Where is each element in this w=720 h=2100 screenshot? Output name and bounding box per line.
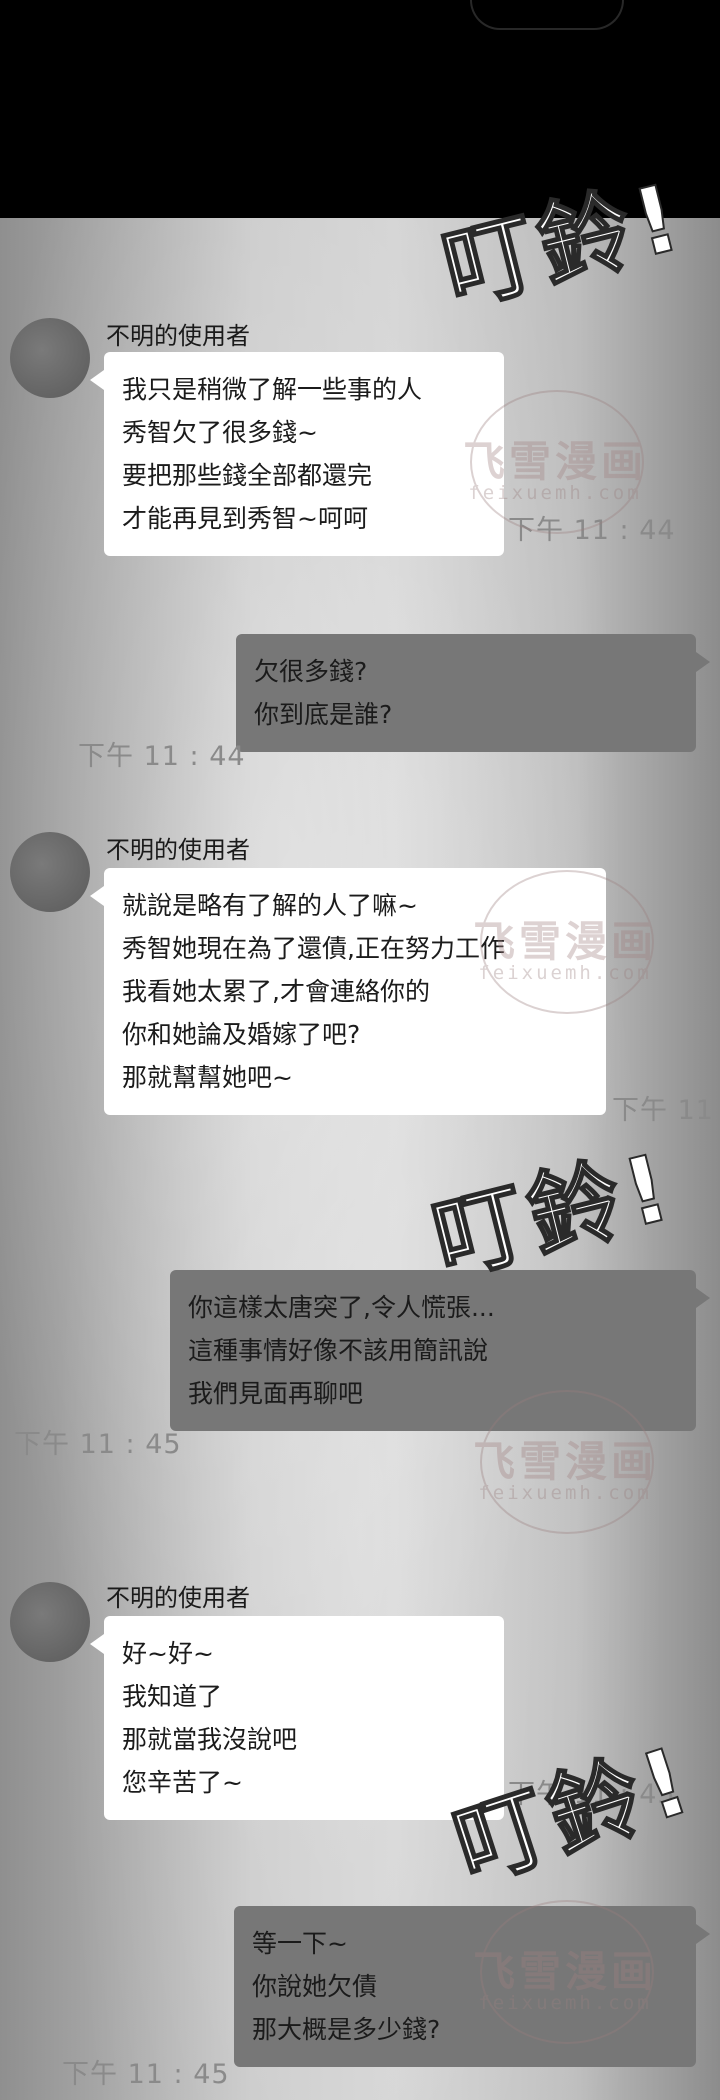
message-line: 我知道了	[122, 1682, 223, 1711]
sender-name: 不明的使用者	[106, 1584, 250, 1612]
message-timestamp: 下午 11 : 45	[62, 2059, 230, 2090]
sender-name: 不明的使用者	[106, 322, 250, 350]
message-line: 那大概是多少錢?	[252, 2015, 441, 2044]
message-bubble-incoming[interactable]: 我只是稍微了解一些事的人 秀智欠了很多錢~ 要把那些錢全部都還完 才能再見到秀智…	[90, 352, 504, 556]
message-line: 欠很多錢?	[254, 657, 368, 686]
message-line: 你和她論及婚嫁了吧?	[122, 1020, 361, 1049]
message-line: 好~好~	[122, 1639, 214, 1668]
message-line: 您辛苦了~	[122, 1768, 243, 1797]
message-bubble-outgoing[interactable]: 等一下~ 你說她欠債 那大概是多少錢?	[234, 1906, 710, 2067]
avatar[interactable]	[10, 318, 90, 398]
message-line: 要把那些錢全部都還完	[122, 461, 373, 490]
message-line: 這種事情好像不該用簡訊說	[188, 1336, 489, 1365]
message-line: 秀智欠了很多錢~	[122, 418, 318, 447]
message-bubble-outgoing[interactable]: 你這樣太唐突了,令人慌張... 這種事情好像不該用簡訊說 我們見面再聊吧	[170, 1270, 710, 1431]
avatar[interactable]	[10, 832, 90, 912]
message-bubble-incoming[interactable]: 就說是略有了解的人了嘛~ 秀智她現在為了還債,正在努力工作 我看她太累了,才會連…	[90, 868, 606, 1115]
message-line: 那就當我沒說吧	[122, 1725, 298, 1754]
watermark-partial	[470, 0, 624, 30]
message-line: 那就幫幫她吧~	[122, 1063, 293, 1092]
message-line: 才能再見到秀智~呵呵	[122, 504, 368, 533]
message-line: 你這樣太唐突了,令人慌張...	[188, 1293, 495, 1322]
sender-name: 不明的使用者	[106, 836, 250, 864]
message-bubble-outgoing[interactable]: 欠很多錢? 你到底是誰?	[236, 634, 710, 752]
message-line: 就說是略有了解的人了嘛~	[122, 891, 418, 920]
message-line: 秀智她現在為了還債,正在努力工作	[122, 934, 505, 963]
message-timestamp: 下午 11 : 45	[14, 1429, 182, 1460]
message-line: 等一下~	[252, 1929, 348, 1958]
message-line: 我只是稍微了解一些事的人	[122, 375, 423, 404]
message-line: 我看她太累了,才會連絡你的	[122, 977, 430, 1006]
message-line: 我們見面再聊吧	[188, 1379, 364, 1408]
avatar[interactable]	[10, 1582, 90, 1662]
message-timestamp: 下午 11 : 44	[78, 741, 246, 772]
message-timestamp: 下午 11 : 44	[508, 515, 676, 546]
message-line: 你說她欠債	[252, 1972, 378, 2001]
message-line: 你到底是誰?	[254, 700, 393, 729]
